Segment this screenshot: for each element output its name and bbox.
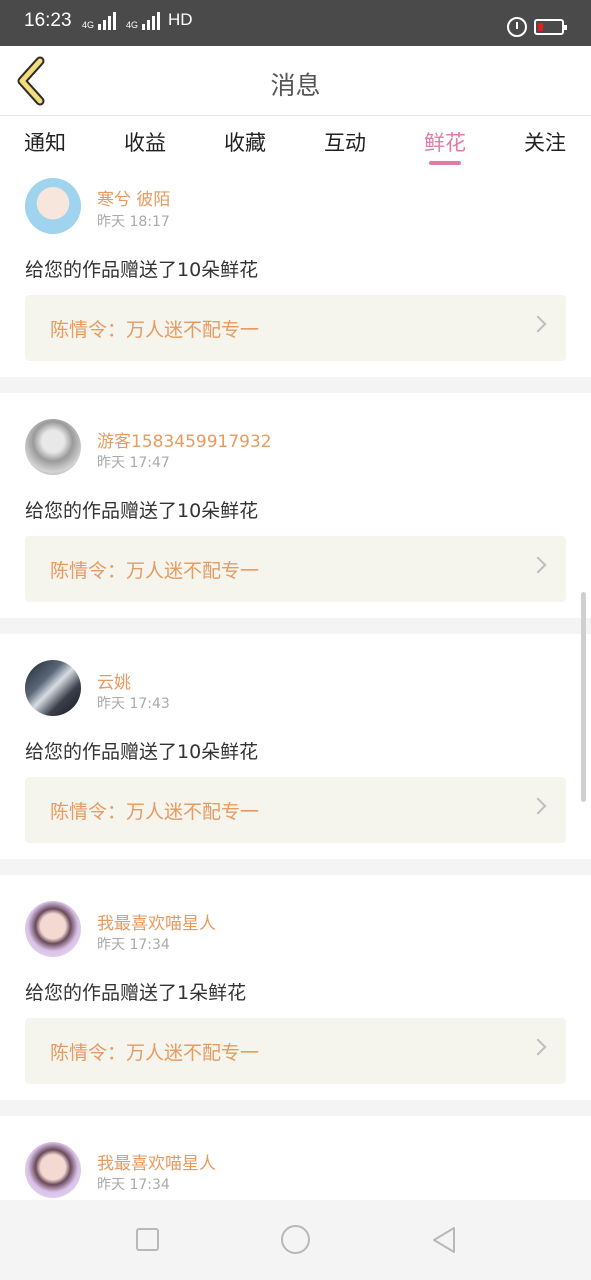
page-title: 消息 [270,71,321,100]
work-title: 陈情令：万人迷不配专一 [50,1042,260,1064]
username[interactable]: 我最喜欢喵星人 [97,909,216,934]
message-card: 我最喜欢喵星人 昨天 17:34 给您的作品赠送了1朵鲜花 陈情令：万人迷不配专… [0,875,591,1100]
message-card: 我最喜欢喵星人 昨天 17:34 [0,1116,591,1200]
message-card: 寒兮 彼陌 昨天 18:17 给您的作品赠送了10朵鲜花 陈情令：万人迷不配专一 [0,172,591,377]
alarm-icon [507,17,527,37]
work-link[interactable]: 陈情令：万人迷不配专一 [25,1018,566,1084]
hd-label: HD [168,10,193,29]
message-text: 给您的作品赠送了10朵鲜花 [25,500,259,522]
battery-icon [534,19,567,35]
username[interactable]: 游客1583459917932 [97,427,272,452]
message-text: 给您的作品赠送了10朵鲜花 [25,741,259,763]
username[interactable]: 寒兮 彼陌 [97,185,170,210]
divider [0,618,591,634]
message-time: 昨天 17:47 [97,455,170,471]
tab-follows[interactable]: 关注 [500,127,590,157]
active-tab-indicator [429,161,461,165]
work-title: 陈情令：万人迷不配专一 [50,560,260,582]
work-title: 陈情令：万人迷不配专一 [50,801,260,823]
status-time: 16:23 [24,10,72,31]
tab-flowers[interactable]: 鲜花 [400,127,490,157]
message-time: 昨天 18:17 [97,214,170,230]
home-button[interactable] [281,1225,310,1254]
tab-favorites[interactable]: 收藏 [200,127,290,157]
back-triangle-icon[interactable] [430,1226,458,1254]
work-link[interactable]: 陈情令：万人迷不配专一 [25,536,566,602]
message-card: 游客1583459917932 昨天 17:47 给您的作品赠送了10朵鲜花 陈… [0,393,591,618]
divider [0,377,591,393]
signal-indicators: 4G 4G HD [82,10,193,30]
message-text: 给您的作品赠送了10朵鲜花 [25,259,259,281]
avatar[interactable] [25,178,81,234]
avatar[interactable] [25,660,81,716]
status-bar: 16:23 4G 4G HD [0,0,591,46]
avatar[interactable] [25,419,81,475]
work-title: 陈情令：万人迷不配专一 [50,319,260,341]
tab-interactions[interactable]: 互动 [300,127,390,157]
app-header: 消息 [0,46,591,116]
tab-bar: 通知 收益 收藏 互动 鲜花 关注 [0,117,591,172]
work-link[interactable]: 陈情令：万人迷不配专一 [25,777,566,843]
message-time: 昨天 17:34 [97,1177,170,1193]
username[interactable]: 我最喜欢喵星人 [97,1149,216,1174]
avatar[interactable] [25,1142,81,1198]
divider [0,1100,591,1116]
scrollbar[interactable] [581,592,586,802]
chevron-right-icon [529,315,547,333]
message-card: 云姚 昨天 17:43 给您的作品赠送了10朵鲜花 陈情令：万人迷不配专一 [0,634,591,859]
signal-icon-2 [142,12,161,30]
network-type-1: 4G [82,20,95,30]
avatar[interactable] [25,901,81,957]
chevron-right-icon [529,797,547,815]
message-time: 昨天 17:43 [97,696,170,712]
signal-icon [98,12,117,30]
system-nav-bar [0,1200,591,1280]
message-time: 昨天 17:34 [97,937,170,953]
username[interactable]: 云姚 [97,668,131,693]
work-link[interactable]: 陈情令：万人迷不配专一 [25,295,566,361]
chevron-right-icon [529,1038,547,1056]
chevron-right-icon [529,556,547,574]
network-type-2: 4G [126,20,139,30]
tab-notifications[interactable]: 通知 [0,127,90,157]
tab-earnings[interactable]: 收益 [100,127,190,157]
recents-button[interactable] [136,1228,159,1251]
message-text: 给您的作品赠送了1朵鲜花 [25,982,247,1004]
divider [0,859,591,875]
